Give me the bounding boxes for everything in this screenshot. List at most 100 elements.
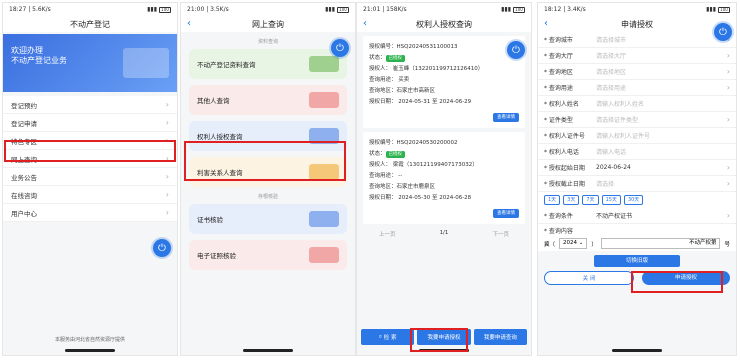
card-label: 不动产登记资料查询 [197, 61, 256, 69]
field-value: 请输入电话 [596, 149, 627, 156]
form-field[interactable]: * 查询城市 请选择城市 › [538, 32, 736, 48]
home-indicator [612, 349, 662, 352]
next-page-button[interactable]: 下一页 [492, 230, 509, 238]
search-button[interactable]: ⌕ 检 索 [361, 329, 415, 345]
status-bar: 18:27 | 5.6K/s ▮▮▮ 100 [3, 3, 177, 16]
form-field[interactable]: * 权利人电话 请输入电话 [538, 144, 736, 160]
status-bar: 21:00 | 3.5K/s ▮▮▮ 100 [181, 3, 355, 16]
card-label: 证书核验 [197, 216, 223, 224]
menu-item-notice[interactable]: 业务公告 › [3, 168, 177, 186]
form-field[interactable]: * 查询地区 请选择地区 › [538, 64, 736, 80]
card-label: 电子证照核验 [197, 252, 236, 260]
folder-icon [309, 56, 339, 72]
view-detail-button[interactable]: 查看详情 [493, 209, 519, 218]
phone-screen-authorization-list: 21:01 | 158K/s ▮▮▮ 100 ‹ 权利人授权查询 授权编号：HSQ… [356, 2, 532, 356]
authorization-record: 授权编号：HSQ20240531100013 状态： 已授权 授权人： 崔玉峰（1… [363, 36, 525, 128]
chip-7-days[interactable]: 7天 [582, 195, 599, 205]
menu-label: 业务公告 [11, 173, 37, 182]
close-button[interactable]: 关 闭 [544, 271, 634, 285]
person-icon [309, 92, 339, 108]
chip-1-day[interactable]: 1天 [544, 195, 561, 205]
form-field[interactable]: * 权利人证件号 请输入权利人证件号 [538, 128, 736, 144]
chevron-right-icon: › [165, 190, 169, 199]
back-arrow-icon[interactable]: ‹ [363, 18, 367, 29]
menu-item-user-center[interactable]: 用户中心 › [3, 204, 177, 222]
page-title: 网上查询 [252, 19, 284, 29]
power-icon[interactable]: ⏻ [714, 23, 732, 41]
record-date: 授权日期： 2024-05-30 至 2024-06-28 [369, 195, 472, 201]
menu-item-apply[interactable]: 登记申请 › [3, 114, 177, 132]
query-content-label-row: * 查询内容 [538, 224, 736, 236]
chip-30-days[interactable]: 30天 [623, 195, 644, 205]
status-badge: 已授权 [385, 55, 406, 62]
year-value: 2024 [563, 240, 578, 246]
field-label: * 查询用途 [544, 85, 573, 92]
apply-query-button[interactable]: 我要申请查询 [473, 329, 527, 345]
year-select[interactable]: 2024 ⌄ [559, 238, 588, 249]
menu-item-appointment[interactable]: 登记预约 › [3, 96, 177, 114]
signal-icon: ▮▮▮ [501, 6, 511, 13]
field-value: 请输入权利人姓名 [596, 101, 645, 108]
form-field[interactable]: * 证件类型 请选择证件类型 › [538, 112, 736, 128]
switch-old-version-button[interactable]: 切换旧版 [594, 255, 680, 267]
field-value: 请选择 [596, 181, 615, 188]
menu-label: 在线咨询 [11, 191, 37, 200]
status-time: 21:01 | 158K/s [363, 6, 407, 13]
certificate-number-input[interactable]: 不动产权第 [600, 238, 721, 249]
card-other-person-query[interactable]: 其他人查询 [189, 85, 347, 115]
chip-3-days[interactable]: 3天 [563, 195, 580, 205]
power-icon[interactable]: ⏻ [507, 41, 525, 59]
nav-title-bar: 不动产登记 [3, 16, 177, 32]
home-indicator [243, 349, 293, 352]
record-area: 查询地区：石家庄市鹿泉区 [369, 184, 436, 190]
field-label: * 权利人电话 [544, 149, 579, 156]
field-value: 请选择证件类型 [596, 117, 639, 124]
chevron-right-icon: › [165, 118, 169, 127]
signal-icon: ▮▮▮ [147, 6, 157, 13]
certificate-number-row: 冀（ 2024 ⌄ ） 不动产权第 号 [538, 236, 736, 251]
view-detail-button[interactable]: 查看详情 [493, 113, 519, 122]
form-field[interactable]: * 查询用途 请选择用途 › [538, 80, 736, 96]
status-time: 18:27 | 5.6K/s [9, 6, 51, 13]
record-person: 授权人： 梁霞（130121199407173032） [369, 162, 478, 168]
highlight-apply-authorization-submit [631, 271, 723, 293]
field-value: 请选择地区 [596, 69, 627, 76]
back-arrow-icon[interactable]: ‹ [544, 18, 548, 29]
chevron-right-icon: › [726, 115, 730, 124]
section-label-data-query: 资料查询 [257, 39, 278, 45]
record-number: 授权编号：HSQ20240531100013 [369, 44, 458, 50]
card-e-license-verify[interactable]: 电子证照核验 [189, 240, 347, 270]
record-date: 授权日期： 2024-05-31 至 2024-06-29 [369, 99, 472, 105]
menu-item-consult[interactable]: 在线咨询 › [3, 186, 177, 204]
field-value: 请输入权利人证件号 [596, 133, 651, 140]
field-value: 请选择大厅 [596, 53, 627, 60]
form-field[interactable]: * 查询大厅 请选择大厅 › [538, 48, 736, 64]
record-area: 查询地区：石家庄市高新区 [369, 88, 436, 94]
nav-title-bar: ‹ 权利人授权查询 [357, 16, 531, 32]
card-property-records-query[interactable]: 不动产登记资料查询 [189, 49, 347, 79]
status-time: 21:00 | 3.5K/s [187, 6, 229, 13]
query-condition-field[interactable]: * 查询条件 不动产权证书 › [538, 208, 736, 224]
card-certificate-verify[interactable]: 证书核验 [189, 204, 347, 234]
power-icon[interactable]: ⏻ [153, 239, 171, 257]
form-field[interactable]: * 授权截止日期 请选择 › [538, 176, 736, 192]
chevron-right-icon: › [165, 208, 169, 217]
authorization-record: 授权编号：HSQ20240530200002 状态： 已授权 授权人： 梁霞（13… [363, 132, 525, 224]
year-suffix: ） [591, 241, 597, 248]
chip-15-days[interactable]: 15天 [601, 195, 621, 205]
phone-screen-home: 18:27 | 5.6K/s ▮▮▮ 100 不动产登记 欢迎办理 不动产登记业务… [2, 2, 178, 356]
chevron-right-icon: › [726, 211, 730, 220]
status-bar: 18:12 | 3.4K/s ▮▮▮ 100 [538, 3, 736, 16]
power-icon[interactable]: ⏻ [331, 39, 349, 57]
record-number: 授权编号：HSQ20240530200002 [369, 140, 458, 146]
form-field[interactable]: * 权利人姓名 请输入权利人姓名 [538, 96, 736, 112]
page-indicator: 1/1 [439, 230, 449, 236]
prev-page-button[interactable]: 上一页 [379, 230, 396, 238]
menu-label: 用户中心 [11, 209, 37, 218]
field-label: * 查询条件 [544, 213, 573, 220]
form-field[interactable]: * 授权起始日期 2024-06-24 › [538, 160, 736, 176]
back-arrow-icon[interactable]: ‹ [187, 18, 191, 29]
welcome-banner: 欢迎办理 不动产登记业务 [3, 34, 177, 92]
highlight-owner-authorized-query [184, 141, 346, 181]
battery-icon: 100 [159, 6, 171, 13]
